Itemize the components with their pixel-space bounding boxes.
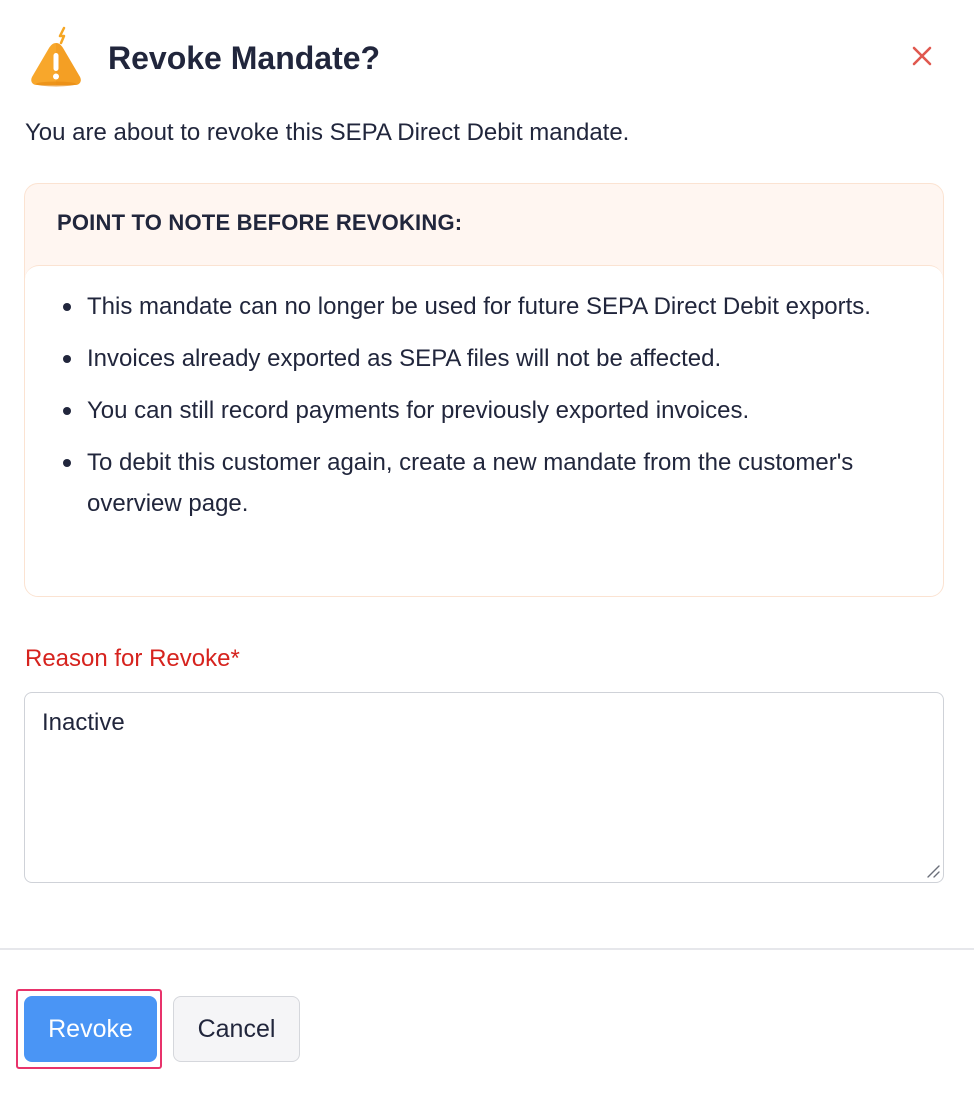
note-panel: POINT TO NOTE BEFORE REVOKING: This mand… (24, 183, 944, 597)
note-item: This mandate can no longer be used for f… (59, 286, 899, 327)
note-item: To debit this customer again, create a n… (59, 442, 899, 524)
bullet-icon (63, 459, 71, 467)
reason-textarea[interactable]: Inactive (24, 692, 944, 883)
footer-divider (0, 948, 974, 950)
note-item-text: To debit this customer again, create a n… (87, 449, 854, 517)
note-item-text: You can still record payments for previo… (87, 397, 750, 424)
dialog-intro-text: You are about to revoke this SEPA Direct… (25, 119, 630, 146)
warning-triangle-icon (31, 26, 81, 87)
reason-label: Reason for Revoke* (25, 645, 240, 672)
note-heading: POINT TO NOTE BEFORE REVOKING: (57, 210, 463, 235)
close-icon (912, 46, 932, 66)
note-item: You can still record payments for previo… (59, 390, 899, 431)
note-list: This mandate can no longer be used for f… (59, 286, 899, 535)
bullet-icon (63, 355, 71, 363)
note-body: This mandate can no longer be used for f… (25, 265, 943, 596)
dialog-title: Revoke Mandate? (108, 40, 381, 76)
note-item-text: Invoices already exported as SEPA files … (87, 345, 722, 372)
note-item-text: This mandate can no longer be used for f… (87, 293, 871, 320)
bullet-icon (63, 303, 71, 311)
bullet-icon (63, 407, 71, 415)
revoke-mandate-dialog: Revoke Mandate? You are about to revoke … (0, 0, 974, 1100)
note-item: Invoices already exported as SEPA files … (59, 338, 899, 379)
resize-handle-icon[interactable] (924, 862, 940, 878)
close-button[interactable] (906, 40, 938, 72)
revoke-button[interactable]: Revoke (24, 996, 157, 1062)
cancel-button[interactable]: Cancel (173, 996, 300, 1062)
